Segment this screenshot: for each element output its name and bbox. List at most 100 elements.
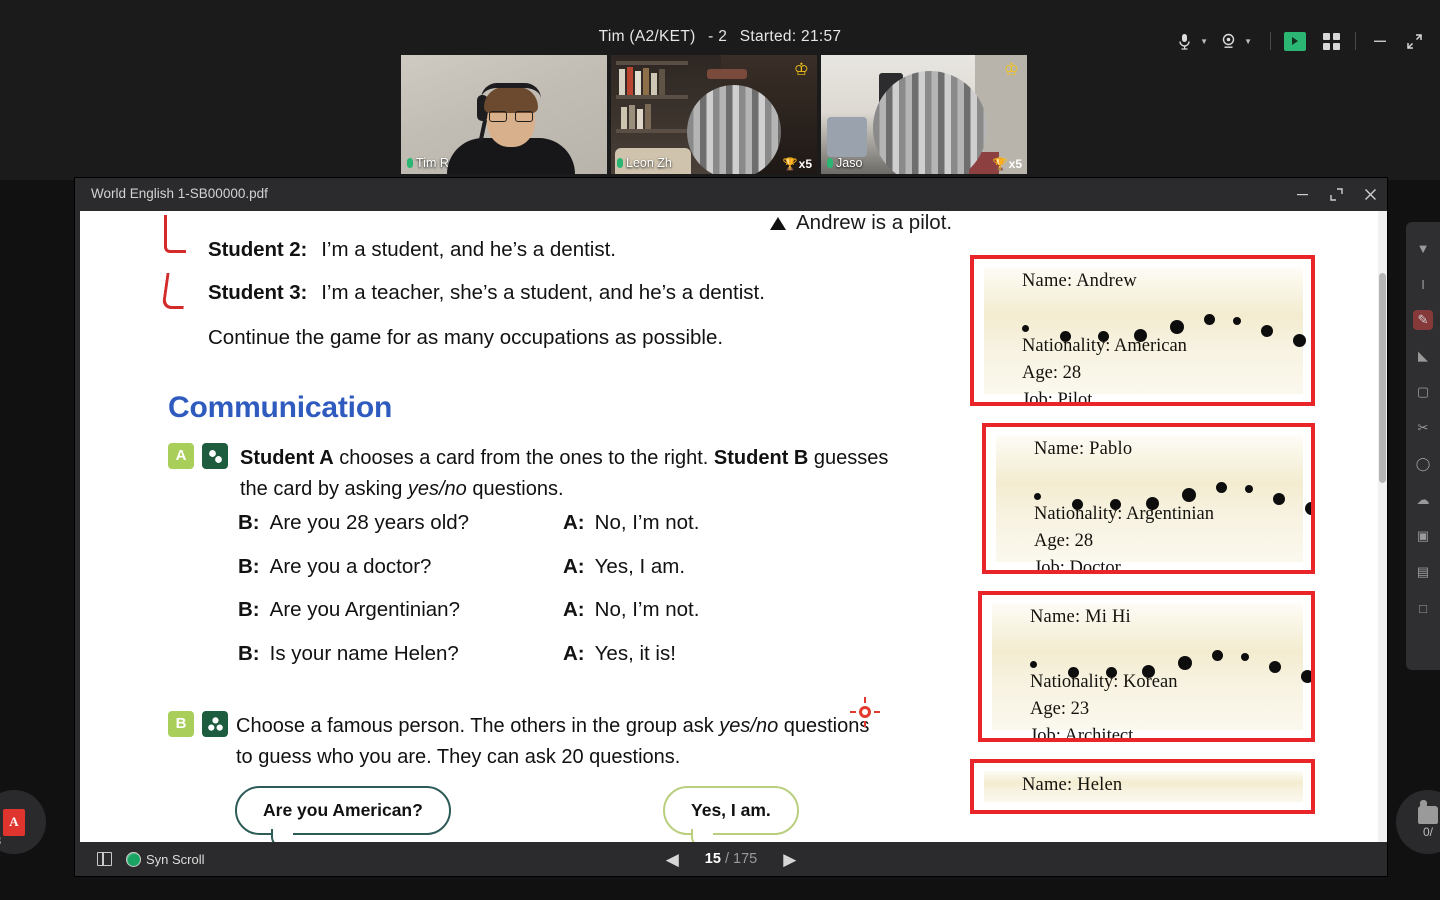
pdf-status-bar: Syn Scroll ◀ 15 / 175 ▶ [75,842,1387,876]
triangle-bullet-icon [770,216,786,230]
shape-icon[interactable]: ▢ [1413,382,1433,402]
minimize-button[interactable] [1368,27,1392,55]
exercise-b-line2: to guess who you are. They can ask 20 qu… [236,746,681,769]
scrollbar-thumb[interactable] [1379,273,1386,483]
expand-button[interactable] [1402,27,1426,55]
restore-window-button[interactable] [1319,178,1353,211]
job-label: Job: [1034,558,1065,574]
nationality-value: American [1113,336,1187,356]
grid-view-button[interactable] [1319,27,1343,55]
prev-page-button[interactable]: ◀ [666,851,679,868]
speaker-a-label: A: [563,511,585,534]
student3-text: I’m a teacher, she’s a student, and he’s… [321,281,765,304]
pilot-note: Andrew is a pilot. [770,211,952,235]
nationality-value: Argentinian [1125,504,1215,524]
job-value: Doctor [1069,558,1121,574]
stamp-icon[interactable]: ▣ [1413,526,1433,546]
syn-scroll-indicator [126,851,141,867]
text-cursor-icon[interactable]: I [1413,274,1433,294]
speaker-b-label: B: [238,511,260,534]
participant-name: Tim R [407,156,449,170]
participant-tile[interactable]: Tim R [401,55,607,174]
age-value: 28 [1062,363,1082,383]
dialogue-row: B: Are you 28 years old? A: No, I’m not. [238,511,878,555]
scissors-icon[interactable]: ✂ [1413,418,1433,438]
name-value: Helen [1077,775,1123,795]
name-value: Andrew [1076,271,1137,291]
exercise-a: A Student A chooses a card from the ones… [168,443,958,505]
pdf-file-icon: A [3,808,25,836]
participant-name: Jaso [827,156,862,170]
highlight-icon[interactable]: ✎ [1413,310,1433,330]
eraser-icon[interactable]: ◣ [1413,346,1433,366]
cursor-icon[interactable]: ▼ [1413,238,1433,258]
pdf-scrollbar[interactable] [1378,211,1387,842]
raise-hand-dock-button[interactable]: 0/ [1396,790,1440,854]
pdf-window: World English 1-SB00000.pdf Andrew is a … [75,178,1387,876]
trophy-icon: 🏆 [992,157,1008,171]
next-page-button[interactable]: ▶ [783,851,796,868]
conference-title-session: - 2 [708,28,728,45]
participant-tile[interactable]: ♔ Jaso 🏆 x5 [821,55,1027,174]
square-icon[interactable]: □ [1413,598,1433,618]
microphone-chevron-down-icon[interactable]: ▼ [1200,37,1208,46]
video-conference-bar: Tim (A2/KET) - 2 Started: 21:57 ▼ ▼ Tim … [0,0,1440,180]
close-window-button[interactable] [1353,178,1387,211]
trophy-icon: 🏆 [782,157,798,171]
question-text: Are you a doctor? [269,554,432,578]
note-icon[interactable]: ▤ [1413,562,1433,582]
mic-active-icon [407,158,413,168]
book-page: Andrew is a pilot. Student 2: I’m a stud… [80,211,1382,842]
student2-text: I’m a student, and he’s a dentist. [321,238,616,261]
dialogue-row: B: Is your name Helen? A: Yes, it is! [238,642,878,686]
participant-name-text: Leon Zh [626,156,672,170]
blurred-face [687,85,781,174]
question-text: Are you 28 years old? [269,511,470,534]
cloud-icon[interactable]: ☁ [1413,490,1433,510]
participant-tiles: Tim R ♔ Leon Zh 🏆 x5 ♔ Jaso 🏆 x5 [401,55,1027,174]
name-label: Name: [1022,775,1073,795]
question-text: Is your name Helen? [269,641,459,665]
job-value: Pilot [1057,390,1093,406]
minimize-window-button[interactable] [1285,178,1319,211]
pdf-dock-button[interactable]: A 3 [0,790,46,854]
camera-chevron-down-icon[interactable]: ▼ [1244,37,1252,46]
trophy-badge: 🏆 x5 [993,157,1022,171]
name-label: Name: [1030,607,1081,627]
age-label: Age: [1022,363,1058,383]
conference-title-started: Started: 21:57 [739,28,842,45]
participant-tile[interactable]: ♔ Leon Zh 🏆 x5 [611,55,817,174]
pair-icon [202,443,228,469]
microphone-button[interactable] [1172,27,1196,55]
exercise-a-text: Student A chooses a card from the ones t… [240,443,888,505]
speech-bubble-question: Are you American? [235,786,451,842]
participant-name-text: Tim R [416,156,449,170]
pdf-page-viewport[interactable]: Andrew is a pilot. Student 2: I’m a stud… [80,211,1382,842]
participant-name: Leon Zh [617,156,672,170]
current-page: 15 [704,851,721,867]
exercise-a-end: guesses [808,447,889,469]
trophy-count: x5 [798,157,812,171]
camera-button[interactable] [1216,27,1240,55]
syn-scroll-label: Syn Scroll [146,851,205,867]
syn-scroll-toggle[interactable]: Syn Scroll [126,851,205,867]
exercise-a-mid: chooses a card from the ones to the righ… [333,447,714,469]
panel-toggle-icon[interactable] [97,852,112,866]
crosshair-marker [850,697,880,727]
share-screen-button[interactable] [1283,27,1307,55]
exercise-a-line2-pre: the card by asking [240,478,408,501]
name-label: Name: [1034,439,1085,459]
nationality-value: Korean [1123,672,1178,692]
pdf-title-bar[interactable]: World English 1-SB00000.pdf [75,178,1387,211]
toolbar-divider-1 [1270,32,1271,50]
exercise-b-text: Choose a famous person. The others in th… [236,711,869,773]
conference-toolbar: ▼ ▼ [1172,27,1432,55]
identity-card: Name: Helen [970,759,1315,814]
trophy-badge: 🏆 x5 [783,157,812,171]
age-label: Age: [1034,531,1070,551]
circle-icon[interactable]: ◯ [1413,454,1433,474]
answer-text: No, I’m not. [594,598,700,621]
exercise-a-badge: A [168,443,194,469]
nationality-label: Nationality: [1034,504,1123,524]
name-value: Mi Hi [1085,607,1131,627]
